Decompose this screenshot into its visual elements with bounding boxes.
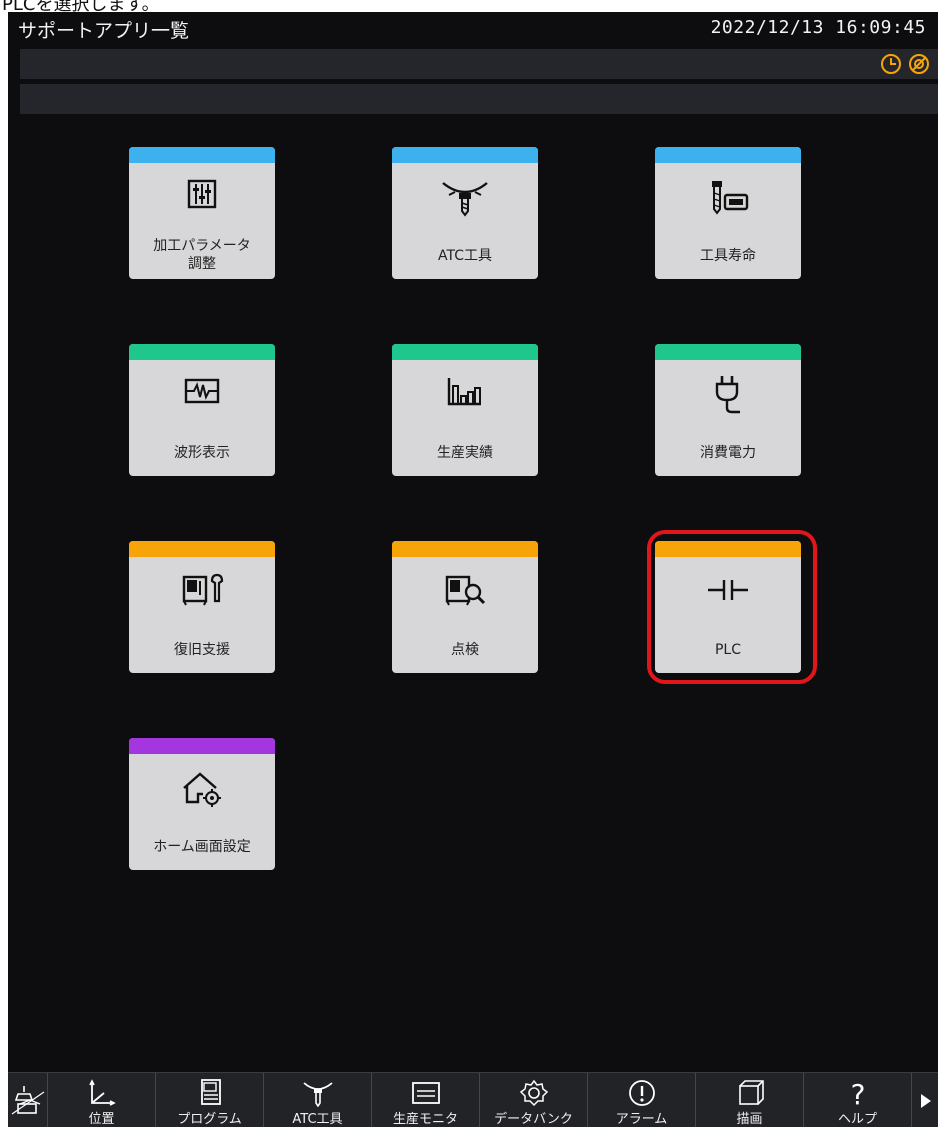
nav-label: 生産モニタ xyxy=(392,1112,458,1127)
cube-icon xyxy=(738,1080,764,1105)
bar-chart-icon xyxy=(447,378,481,406)
recovery-icon xyxy=(182,573,224,606)
page-title: サポートアプリ一覧 xyxy=(18,20,190,42)
plug-icon xyxy=(715,376,740,414)
sliders-icon xyxy=(187,179,217,209)
status-bar xyxy=(20,49,938,79)
home-settings-icon xyxy=(183,772,221,807)
category-color-band xyxy=(392,541,538,557)
app-tile-sliders[interactable]: 加工パラメータ 調整 xyxy=(129,147,275,279)
nav-gear[interactable]: データバンク xyxy=(480,1073,588,1127)
nav-lamp-toolbox[interactable] xyxy=(8,1073,48,1127)
nav-label: ATC工具 xyxy=(292,1112,343,1127)
app-tile-bar-chart[interactable]: 生産実績 xyxy=(392,344,538,476)
clock-icon[interactable] xyxy=(878,51,904,77)
app-tile-label: 点検 xyxy=(451,642,479,658)
category-color-band xyxy=(655,344,801,360)
tool-life-icon xyxy=(712,181,749,215)
title-bar: サポートアプリ一覧 2022/12/13 16:09:45 xyxy=(8,12,938,48)
program-icon xyxy=(200,1079,221,1105)
app-tile-label: 加工パラメータ 調整 xyxy=(153,238,251,272)
nav-label: ヘルプ xyxy=(837,1112,877,1127)
category-color-band xyxy=(129,541,275,557)
app-tile-plug[interactable]: 消費電力 xyxy=(655,344,801,476)
app-tile-label: 工具寿命 xyxy=(700,248,756,264)
category-color-band xyxy=(392,344,538,360)
monitor-icon xyxy=(411,1082,440,1104)
nav-label: アラーム xyxy=(615,1112,668,1127)
inspection-icon xyxy=(445,575,486,606)
category-color-band xyxy=(129,147,275,163)
nav-program[interactable]: プログラム xyxy=(156,1073,264,1127)
app-tile-atc-tool[interactable]: ATC工具 xyxy=(392,147,538,279)
app-tile-tool-life[interactable]: 工具寿命 xyxy=(655,147,801,279)
nav-atc-tool[interactable]: ATC工具 xyxy=(264,1073,372,1127)
app-tile-label: ATC工具 xyxy=(438,248,492,264)
sync-icon[interactable] xyxy=(906,51,932,77)
nav-cube[interactable]: 描画 xyxy=(696,1073,804,1127)
alarm-icon xyxy=(628,1080,655,1106)
gear-icon xyxy=(519,1079,548,1107)
atc-tool-icon xyxy=(302,1082,333,1107)
app-tile-waveform[interactable]: 波形表示 xyxy=(129,344,275,476)
nav-label: データバンク xyxy=(494,1112,573,1127)
app-tile-label: ホーム画面設定 xyxy=(153,839,251,855)
atc-tool-icon xyxy=(442,182,488,217)
app-tile-label: 生産実績 xyxy=(437,445,493,461)
nav-next-arrow[interactable] xyxy=(912,1073,938,1127)
waveform-icon xyxy=(184,378,220,404)
next-arrow-icon xyxy=(921,1094,931,1108)
category-color-band xyxy=(129,738,275,754)
app-tile-label: 復旧支援 xyxy=(174,642,230,658)
datetime-display: 2022/12/13 16:09:45 xyxy=(710,17,926,38)
category-color-band xyxy=(129,344,275,360)
nav-label: プログラム xyxy=(177,1112,242,1127)
svg-text:?: ? xyxy=(850,1078,865,1107)
message-bar xyxy=(20,84,938,114)
plc-highlight-frame xyxy=(647,530,817,684)
instruction-caption: PLCを選択します。 xyxy=(0,0,938,12)
category-color-band xyxy=(392,147,538,163)
nav-help[interactable]: ? ヘルプ xyxy=(804,1073,912,1127)
position-axes-icon xyxy=(88,1079,116,1106)
nav-alarm[interactable]: アラーム xyxy=(588,1073,696,1127)
bottom-nav-bar: 位置 プログラム ATC工具 生産モニタ データバンク アラーム 描画? ヘルプ xyxy=(8,1072,938,1127)
nav-monitor[interactable]: 生産モニタ xyxy=(372,1073,480,1127)
app-tile-recovery[interactable]: 復旧支援 xyxy=(129,541,275,673)
app-tile-home-settings[interactable]: ホーム画面設定 xyxy=(129,738,275,870)
nav-position-axes[interactable]: 位置 xyxy=(48,1073,156,1127)
screen: サポートアプリ一覧 2022/12/13 16:09:45 加工パラメータ 調整… xyxy=(8,12,938,1127)
app-tile-label: 消費電力 xyxy=(700,445,756,461)
lamp-toolbox-icon xyxy=(11,1086,44,1115)
app-tile-label: 波形表示 xyxy=(174,445,230,461)
nav-label: 位置 xyxy=(88,1112,115,1127)
help-icon: ? xyxy=(850,1078,865,1107)
nav-label: 描画 xyxy=(736,1112,763,1127)
category-color-band xyxy=(655,147,801,163)
app-tile-inspection[interactable]: 点検 xyxy=(392,541,538,673)
instruction-text: PLCを選択します。 xyxy=(2,0,160,12)
